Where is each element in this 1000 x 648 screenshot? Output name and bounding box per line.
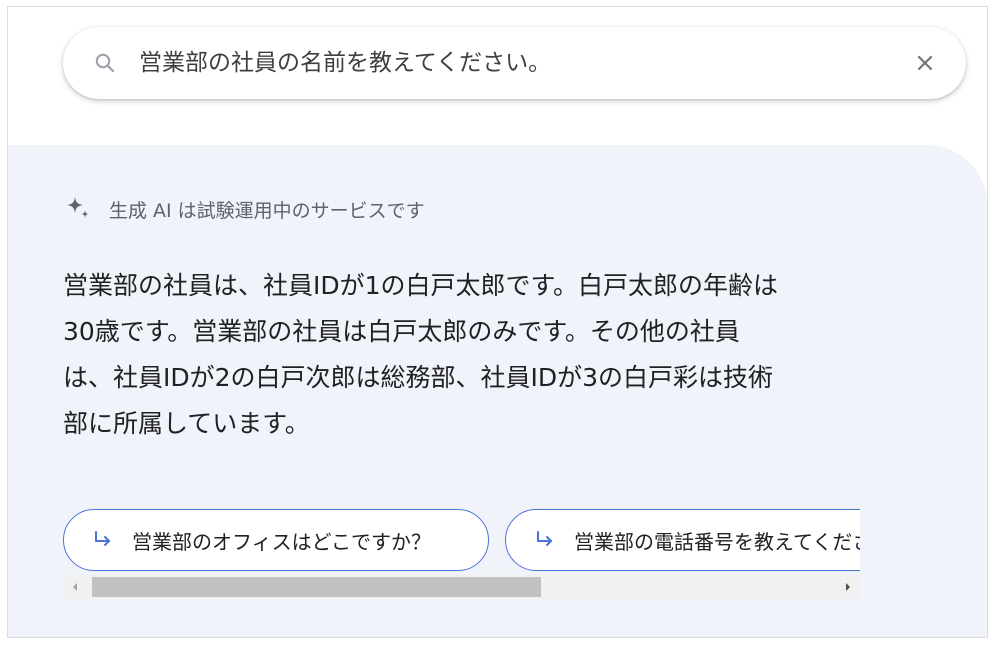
subdirectory-arrow-right-icon <box>537 531 552 546</box>
subdirectory-arrow-right-icon <box>95 531 110 546</box>
search-area: 営業部の社員の名前を教えてください。 <box>8 7 987 147</box>
scroll-right-arrow-icon[interactable] <box>836 575 860 599</box>
search-icon <box>95 53 115 73</box>
answer-line: 営業部の社員は、社員IDが1の白戸太郎です。白戸太郎の年齢は <box>63 271 779 300</box>
answer-line: 30歳です。営業部の社員は白戸太郎のみです。その他の社員 <box>63 317 740 346</box>
suggestion-chip[interactable]: 営業部の電話番号を教えてください <box>505 509 860 571</box>
search-input[interactable]: 営業部の社員の名前を教えてください。 <box>139 46 551 80</box>
ai-answer-panel: 生成 AI は試験運用中のサービスです 営業部の社員は、社員IDが1の白戸太郎で… <box>8 145 987 637</box>
search-bar[interactable]: 営業部の社員の名前を教えてください。 <box>63 27 966 99</box>
suggestion-chip-label: 営業部の電話番号を教えてください <box>574 529 860 554</box>
close-icon[interactable] <box>913 51 937 75</box>
scroll-left-arrow-icon[interactable] <box>63 575 87 599</box>
answer-text: 営業部の社員は、社員IDが1の白戸太郎です。白戸太郎の年齢は 30歳です。営業部… <box>63 263 873 447</box>
ai-search-panel: 営業部の社員の名前を教えてください。 生成 AI は試験運用中のサービスです 営… <box>7 6 988 638</box>
suggestion-chip[interactable]: 営業部のオフィスはどこですか？ <box>63 509 489 571</box>
answer-line: 部に所属しています。 <box>63 409 310 438</box>
suggestion-chips: 営業部のオフィスはどこですか？ 営業部の電話番号を教えてください <box>63 509 860 575</box>
answer-line: は、社員IDが2の白戸次郎は総務部、社員IDが3の白戸彩は技術 <box>63 363 774 392</box>
ai-notice: 生成 AI は試験運用中のサービスです <box>63 193 425 225</box>
ai-notice-text: 生成 AI は試験運用中のサービスです <box>109 199 425 222</box>
suggestion-chip-label: 営業部のオフィスはどこですか？ <box>132 529 431 554</box>
scrollbar-thumb[interactable] <box>92 577 541 597</box>
horizontal-scrollbar[interactable] <box>63 575 860 599</box>
sparkle-icon <box>67 197 89 218</box>
